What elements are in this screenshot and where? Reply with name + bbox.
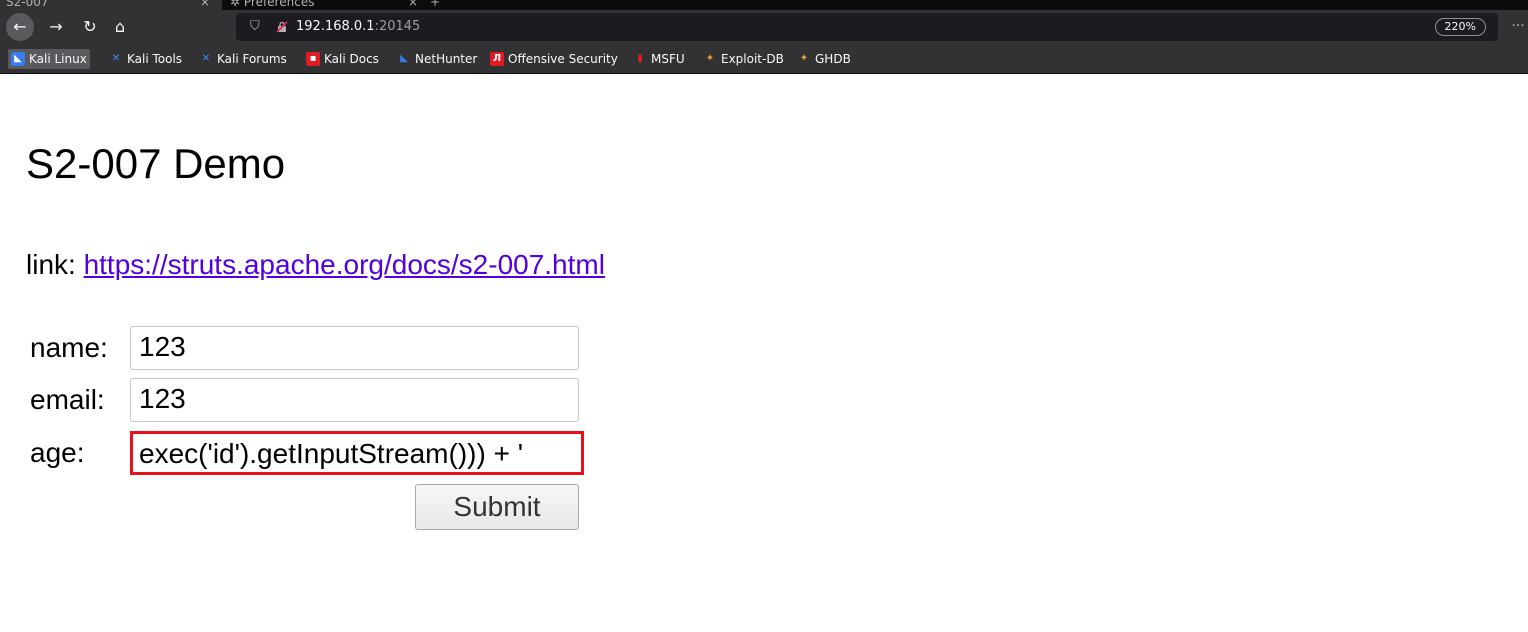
bookmark-label: GHDB [815, 52, 851, 66]
new-tab-button[interactable]: + [430, 0, 440, 8]
bookmark-label: Exploit-DB [721, 52, 784, 66]
tab-close-icon[interactable]: × [200, 0, 210, 8]
tab-s2-007[interactable]: S2-007 × [0, 0, 222, 10]
email-label: email: [30, 384, 105, 415]
age-label: age: [30, 437, 85, 468]
page-content: S2-007 Demo link: https://struts.apache.… [0, 75, 1528, 632]
bookmark-label: Offensive Security [508, 52, 618, 66]
bookmark-kali-linux[interactable]: ◣ Kali Linux [8, 49, 90, 69]
docs-link[interactable]: https://struts.apache.org/docs/s2-007.ht… [84, 249, 605, 280]
age-input[interactable]: exec('id').getInputStream())) + ' [130, 431, 584, 475]
kali-docs-icon: ▪ [306, 52, 320, 66]
reload-button[interactable]: ↻ [76, 13, 104, 41]
insecure-lock-icon[interactable] [276, 21, 288, 33]
bookmark-label: Kali Docs [324, 52, 379, 66]
tab-label: Preferences [243, 0, 315, 9]
zoom-level-badge[interactable]: 220% [1434, 18, 1486, 36]
bookmark-kali-docs[interactable]: ▪ Kali Docs [303, 49, 382, 69]
bookmark-label: Kali Linux [29, 52, 87, 66]
tab-bar: S2-007 × ✲ Preferences × + [0, 0, 1528, 10]
more-actions-icon[interactable]: ··· [1508, 13, 1528, 41]
tab-close-icon[interactable]: × [408, 0, 418, 8]
forward-button[interactable]: → [42, 13, 70, 41]
kali-forums-icon: ✕ [201, 53, 211, 64]
bookmark-exploit-db[interactable]: ✦ Exploit-DB [700, 49, 787, 69]
top-strip: S2-007 × ✲ Preferences × + [0, 0, 1528, 10]
bookmark-msfu[interactable]: ▮ MSFU [630, 49, 688, 69]
bookmark-ghdb[interactable]: ✦ GHDB [794, 49, 854, 69]
bookmark-label: Kali Tools [127, 52, 183, 66]
bookmarks-bar: ◣ Kali Linux ✕ Kali Tools ✕ Kali Forums … [0, 44, 1528, 74]
url-host: 192.168.0.1 [296, 19, 375, 34]
tab-label: S2-007 [6, 0, 49, 9]
bookmark-label: Kali Forums [217, 52, 287, 66]
submit-button[interactable]: Submit [415, 484, 579, 530]
exploit-db-icon: ✦ [705, 53, 715, 64]
bookmark-nethunter[interactable]: ◣ NetHunter [394, 49, 480, 69]
kali-icon: ◣ [11, 52, 25, 66]
url-bar[interactable]: ⛉ 192.168.0.1:20145 220% [236, 13, 1498, 41]
url-text[interactable]: 192.168.0.1:20145 [296, 13, 420, 41]
name-input[interactable]: 123 [130, 326, 579, 370]
shield-icon[interactable]: ⛉ [250, 13, 266, 41]
link-line: link: https://struts.apache.org/docs/s2-… [26, 247, 605, 283]
name-label: name: [30, 332, 108, 363]
gear-icon: ✲ [230, 0, 244, 9]
link-label: link: [26, 249, 84, 280]
email-input[interactable]: 123 [130, 378, 579, 422]
url-port: :20145 [374, 19, 421, 34]
ghdb-icon: ✦ [799, 53, 809, 64]
bookmark-offensive-security[interactable]: Л Offensive Security [487, 49, 621, 69]
bookmark-kali-forums[interactable]: ✕ Kali Forums [196, 49, 290, 69]
bookmark-kali-tools[interactable]: ✕ Kali Tools [106, 49, 185, 69]
tab-preferences[interactable]: ✲ Preferences × [222, 0, 422, 10]
msfu-icon: ▮ [637, 53, 643, 64]
page-title: S2-007 Demo [26, 140, 286, 187]
kali-tools-icon: ✕ [111, 53, 121, 64]
nethunter-icon: ◣ [400, 53, 408, 64]
back-button[interactable]: ← [6, 13, 34, 41]
bookmark-label: MSFU [651, 52, 685, 66]
offsec-icon: Л [490, 52, 504, 66]
bookmark-label: NetHunter [415, 52, 478, 66]
nav-bar: ← → ↻ ⌂ ⛉ 192.168.0.1:20145 220% ··· [0, 10, 1528, 44]
home-button[interactable]: ⌂ [106, 13, 134, 41]
